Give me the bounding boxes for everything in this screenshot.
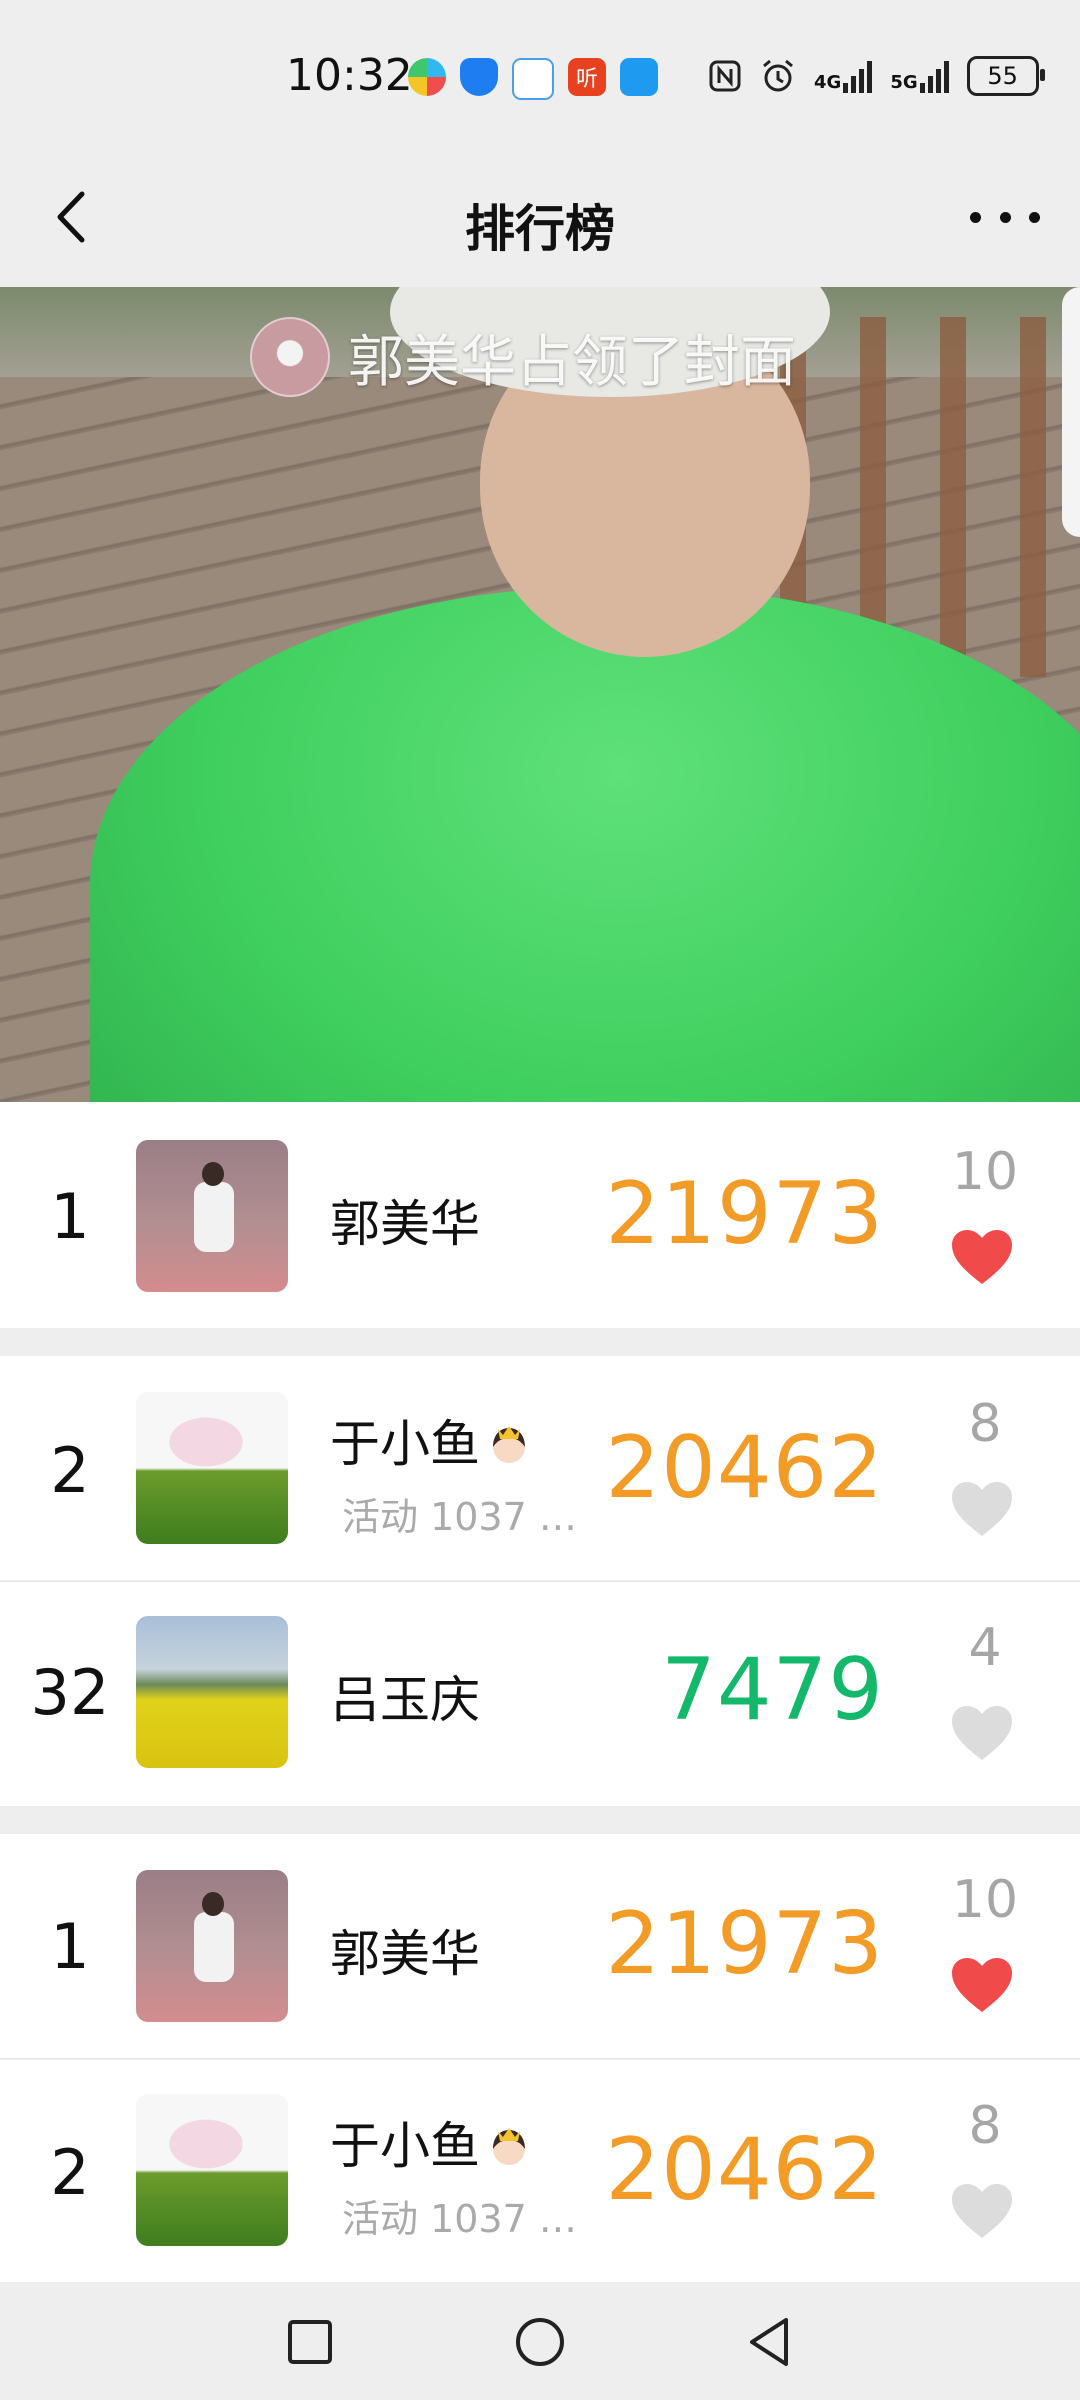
network-4g-label: 4G [814, 72, 842, 93]
ting-app-icon: 听 [568, 58, 606, 96]
princess-emoji-icon [493, 2128, 525, 2165]
cover-banner: 郭美华占领了封面 [250, 317, 796, 397]
user-avatar[interactable] [136, 1140, 288, 1292]
user-activity: 活动 1037 … [342, 2197, 577, 2241]
nfc-icon [709, 60, 741, 92]
princess-emoji-icon [493, 1426, 525, 1463]
user-name: 郭美华 [330, 1925, 480, 1983]
ranking-row[interactable]: 32 吕玉庆 7479 4 [0, 1582, 1080, 1806]
cover-banner-avatar [250, 317, 330, 397]
heart-icon[interactable] [950, 1704, 1014, 1762]
cover-banner-text: 郭美华占领了封面 [348, 329, 796, 395]
step-score: 21973 [605, 1164, 884, 1264]
like-count: 8 [968, 1394, 1002, 1454]
battery-level: 55 [987, 62, 1018, 90]
rank-number: 1 [50, 1910, 90, 1983]
battery-icon: 55 [966, 56, 1045, 96]
like-count: 8 [968, 2096, 1002, 2156]
like-count: 10 [951, 1142, 1019, 1202]
user-name: 郭美华 [330, 1195, 480, 1253]
heart-icon[interactable] [950, 1228, 1014, 1286]
side-panel-handle[interactable] [1062, 287, 1080, 537]
message-icon [620, 58, 658, 96]
shield-icon [460, 58, 498, 96]
heart-icon[interactable] [950, 2182, 1014, 2240]
ranking-row[interactable]: 1 郭美华 21973 10 [0, 1102, 1080, 1328]
user-name: 于小鱼 [330, 2106, 534, 2178]
system-nav-bar [0, 2282, 1080, 2400]
step-score: 20462 [605, 2120, 884, 2220]
more-options-icon[interactable] [970, 187, 1040, 247]
like-count: 4 [968, 1618, 1002, 1678]
network-5g-label: 5G [890, 72, 918, 93]
user-name-text: 于小鱼 [330, 2117, 480, 2175]
page-header: 排行榜 [0, 157, 1080, 287]
ting-label: 听 [575, 67, 598, 92]
heart-icon[interactable] [950, 1480, 1014, 1538]
heart-icon[interactable] [950, 1956, 1014, 2014]
section-gap [0, 1806, 1080, 1834]
user-avatar[interactable] [136, 1616, 288, 1768]
page-title: 排行榜 [465, 200, 615, 258]
step-score: 7479 [661, 1640, 884, 1740]
back-triangle-icon[interactable] [740, 2312, 800, 2372]
colorful-app-icon [408, 58, 446, 96]
home-circle-icon[interactable] [510, 2312, 570, 2372]
step-score: 20462 [605, 1418, 884, 1518]
recents-square-icon[interactable] [280, 2312, 340, 2372]
signal-5g-icon [919, 59, 949, 93]
system-indicators: 4G 5G 55 [708, 56, 1045, 96]
ranking-row[interactable]: 2 于小鱼 活动 1037 … 20462 8 [0, 2060, 1080, 2282]
chat-bubble-icon [512, 58, 554, 100]
rank-number: 2 [50, 2136, 90, 2209]
user-activity: 活动 1037 … [342, 1495, 577, 1539]
user-avatar[interactable] [136, 1392, 288, 1544]
section-gap [0, 1328, 1080, 1356]
notification-icons: 听 [408, 58, 658, 100]
status-bar: 10:32 听 4G 5G 55 [0, 0, 1080, 157]
rank-number: 1 [50, 1180, 90, 1253]
user-avatar[interactable] [136, 2094, 288, 2246]
status-time: 10:32 [286, 50, 413, 101]
ranking-row[interactable]: 2 于小鱼 活动 1037 … 20462 8 [0, 1356, 1080, 1580]
user-name-text: 于小鱼 [330, 1415, 480, 1473]
signal-4g-icon [843, 59, 873, 93]
rank-number: 2 [50, 1434, 90, 1507]
step-score: 21973 [605, 1894, 884, 1994]
user-avatar[interactable] [136, 1870, 288, 2022]
rank-number: 32 [30, 1656, 110, 1729]
cover-person-shirt [90, 587, 1080, 1102]
like-count: 10 [951, 1870, 1019, 1930]
alarm-icon [763, 59, 793, 92]
cover-photo[interactable]: 郭美华占领了封面 [0, 287, 1080, 1102]
ranking-row[interactable]: 1 郭美华 21973 10 [0, 1834, 1080, 2058]
user-name: 吕玉庆 [330, 1671, 480, 1729]
user-name: 于小鱼 [330, 1404, 534, 1476]
